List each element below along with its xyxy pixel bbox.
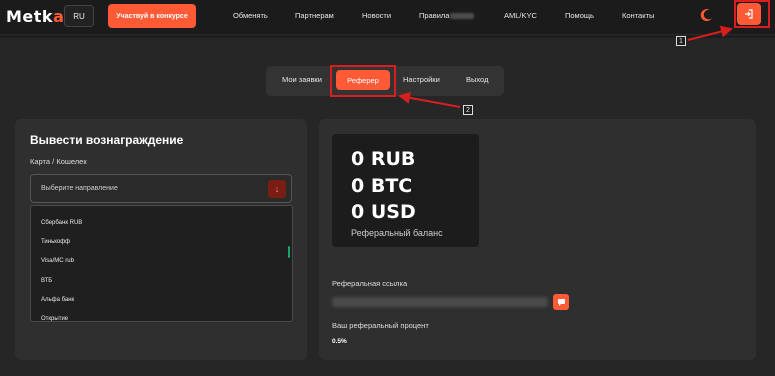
- direction-select[interactable]: Выберите направление ↓: [30, 174, 292, 203]
- tab-my-orders[interactable]: Мои заявки: [282, 75, 322, 84]
- balance-usd: 0 USD: [351, 201, 416, 223]
- language-selector[interactable]: RU: [64, 5, 94, 27]
- balance-label: Реферальный баланс: [351, 228, 443, 238]
- top-header: Metka RU Участвуй в конкурсе Обменять Па…: [0, 0, 775, 35]
- highlight-logout: [734, 0, 770, 28]
- balance-rub: 0 RUB: [351, 148, 416, 170]
- copy-icon: [557, 298, 565, 306]
- dropdown-option[interactable]: Открытие: [41, 316, 68, 321]
- direction-dropdown[interactable]: Сбербанк RUB Тинькофф Visa/MC rub ВТБ Ал…: [30, 205, 293, 322]
- copy-link-button[interactable]: [553, 294, 569, 310]
- wallet-label: Карта / Кошелек: [30, 157, 87, 166]
- referral-percent-label: Ваш реферальный процент: [332, 321, 429, 330]
- nav-help[interactable]: Помощь: [565, 11, 594, 20]
- tab-logout[interactable]: Выход: [466, 75, 488, 84]
- referral-percent-value: 0.5%: [332, 338, 347, 345]
- arrow-down-icon[interactable]: ↓: [268, 180, 286, 198]
- dropdown-scrollbar[interactable]: [288, 246, 290, 258]
- dropdown-option[interactable]: Альфа банк: [41, 297, 74, 303]
- referral-link-blurred[interactable]: [332, 297, 548, 307]
- blurred-text: [450, 13, 475, 20]
- highlight-referrer-tab: [330, 65, 396, 97]
- nav-contacts[interactable]: Контакты: [622, 11, 654, 20]
- nav-rules-label: Правила: [419, 11, 450, 20]
- contest-button[interactable]: Участвуй в конкурсе: [108, 4, 196, 28]
- annotation-marker-2: 2: [463, 105, 473, 115]
- annotation-marker-1: 1: [676, 36, 686, 46]
- dropdown-option[interactable]: Visa/MC rub: [41, 258, 74, 264]
- nav-rules[interactable]: Правила: [419, 11, 475, 20]
- select-placeholder: Выберите направление: [41, 185, 118, 192]
- dropdown-option[interactable]: Тинькофф: [41, 239, 70, 245]
- nav-partners[interactable]: Партнерам: [295, 11, 334, 20]
- logo-accent: a: [53, 7, 65, 26]
- tab-settings[interactable]: Настройки: [403, 75, 440, 84]
- referral-link-label: Реферальная ссылка: [332, 279, 408, 288]
- balance-btc: 0 BTC: [351, 175, 413, 197]
- dropdown-option[interactable]: Сбербанк RUB: [41, 220, 82, 226]
- moon-icon[interactable]: [699, 7, 715, 23]
- logo-text: Metk: [6, 7, 54, 26]
- withdraw-title: Вывести вознаграждение: [30, 133, 184, 147]
- nav-news[interactable]: Новости: [362, 11, 391, 20]
- dropdown-option[interactable]: ВТБ: [41, 278, 52, 284]
- nav-aml-kyc[interactable]: AML/KYC: [504, 11, 537, 20]
- nav-exchange[interactable]: Обменять: [233, 11, 268, 20]
- logo[interactable]: Metka: [6, 7, 64, 26]
